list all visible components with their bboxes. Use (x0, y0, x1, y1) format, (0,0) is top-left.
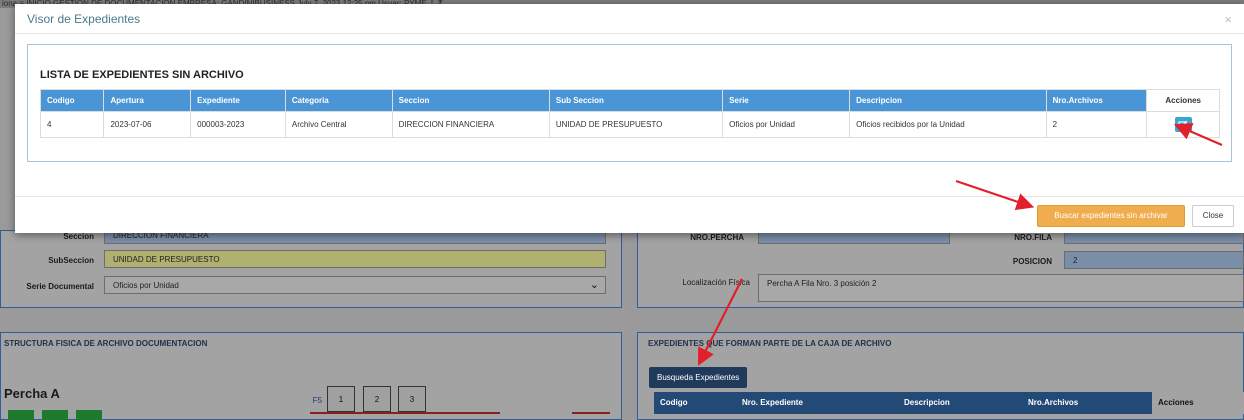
percha-box-1[interactable]: 1 (327, 386, 355, 412)
col-codigo: Codigo (660, 398, 688, 407)
caja-table-header: Codigo Nro. Expediente Descripcion Nro.A… (654, 392, 1244, 414)
visor-expedientes-modal: Visor de Expedientes × LISTA DE EXPEDIEN… (15, 4, 1244, 233)
expedientes-list-panel: LISTA DE EXPEDIENTES SIN ARCHIVO Codigo … (27, 44, 1232, 162)
percha-box-3[interactable]: 3 (398, 386, 426, 412)
modal-header: Visor de Expedientes × (15, 4, 1244, 34)
shelf-line (310, 412, 500, 414)
modal-title: Visor de Expedientes (27, 12, 141, 26)
cell-acciones (1146, 111, 1220, 138)
edit-button[interactable] (1174, 117, 1192, 132)
edit-icon (1178, 120, 1188, 130)
close-icon[interactable]: × (1224, 12, 1232, 27)
expedientes-table: Codigo Apertura Expediente Categoria Sec… (39, 89, 1220, 138)
cell-codigo: 4 (39, 111, 105, 138)
table-row[interactable]: 4 2023-07-06 000003-2023 Archivo Central… (39, 111, 1220, 138)
subseccion-field[interactable]: UNIDAD DE PRESUPUESTO (104, 250, 606, 268)
serie-documental-label: Serie Documental (26, 282, 94, 291)
col-nro-expediente: Nro. Expediente (742, 398, 803, 407)
col-nro-archivos: Nro.Archivos (1045, 89, 1148, 112)
list-title: LISTA DE EXPEDIENTES SIN ARCHIVO (40, 69, 244, 81)
busqueda-expedientes-button[interactable]: Busqueda Expedientes (649, 367, 748, 388)
col-categoria: Categoria (284, 89, 393, 112)
cell-sub-seccion: UNIDAD DE PRESUPUESTO (548, 111, 724, 138)
serie-documental-value: Oficios por Unidad (113, 281, 179, 290)
col-apertura: Apertura (103, 89, 192, 112)
percha-title: Percha A (4, 386, 60, 401)
col-descripcion: Descripcion (849, 89, 1047, 112)
col-nro-archivos: Nro.Archivos (1028, 398, 1079, 407)
green-slot[interactable] (76, 410, 102, 420)
col-seccion: Seccion (391, 89, 550, 112)
buscar-expedientes-button[interactable]: Buscar expedientes sin archivar (1037, 205, 1185, 227)
percha-box-2[interactable]: 2 (363, 386, 391, 412)
cell-serie: Oficios por Unidad (722, 111, 851, 138)
expedientes-caja-title: EXPEDIENTES QUE FORMAN PARTE DE LA CAJA … (648, 339, 892, 348)
cell-nro-archivos: 2 (1045, 111, 1148, 138)
col-serie: Serie (722, 89, 851, 112)
seccion-label: Seccion (63, 232, 94, 241)
close-button[interactable]: Close (1192, 205, 1234, 227)
col-sub-seccion: Sub Seccion (548, 89, 724, 112)
cell-apertura: 2023-07-06 (103, 111, 192, 138)
nro-percha-label: NRO.PERCHA (690, 233, 744, 242)
cell-seccion: DIRECCION FINANCIERA (391, 111, 550, 138)
f5-label: F5 (312, 396, 322, 405)
posicion-label: POSICION (1012, 257, 1052, 266)
col-descripcion: Descripcion (904, 398, 950, 407)
posicion-field[interactable]: 2 (1064, 251, 1244, 269)
green-slot[interactable] (42, 410, 68, 420)
modal-footer: Buscar expedientes sin archivar Close (15, 196, 1244, 233)
localizacion-field[interactable]: Percha A Fila Nro. 3 posición 2 (758, 274, 1244, 302)
col-acciones: Acciones (1146, 89, 1220, 112)
cell-expediente: 000003-2023 (190, 111, 286, 138)
col-expediente: Expediente (190, 89, 286, 112)
shelf-line (572, 412, 610, 414)
subseccion-label: SubSeccion (48, 256, 94, 265)
estructura-panel-title: STRUCTURA FISICA DE ARCHIVO DOCUMENTACIO… (4, 339, 208, 348)
col-codigo: Codigo (39, 89, 105, 112)
green-slot[interactable] (8, 410, 34, 420)
localizacion-label: Localización Física (682, 278, 750, 287)
cell-categoria: Archivo Central (284, 111, 393, 138)
table-header-row: Codigo Apertura Expediente Categoria Sec… (39, 89, 1220, 112)
serie-documental-select[interactable]: Oficios por Unidad ⌄ (104, 276, 606, 294)
cell-descripcion: Oficios recibidos por la Unidad (849, 111, 1047, 138)
col-acciones: Acciones (1152, 392, 1244, 414)
nro-fila-label: NRO.FILA (1014, 233, 1052, 242)
chevron-down-icon: ⌄ (589, 279, 599, 291)
